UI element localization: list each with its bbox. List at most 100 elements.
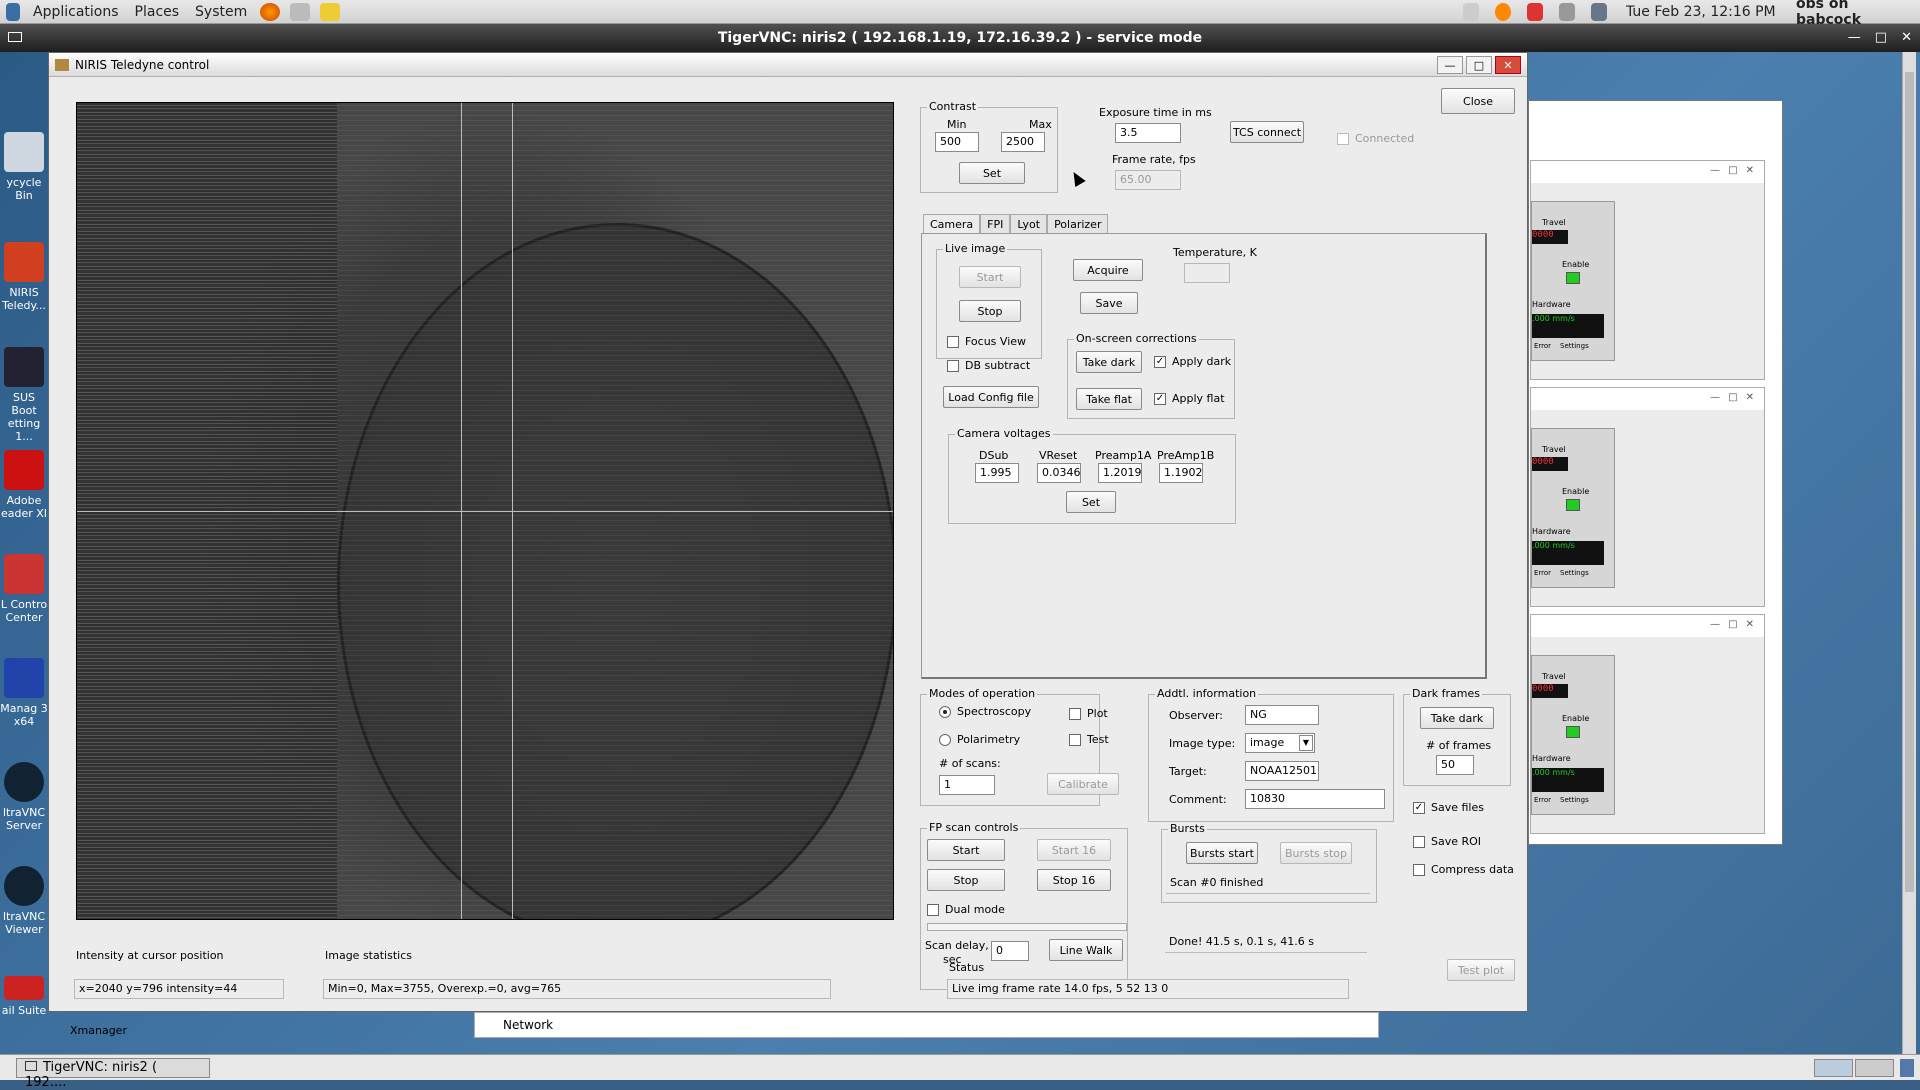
network-bar[interactable]: Network [474, 1012, 1379, 1038]
contrast-set-button[interactable]: Set [959, 162, 1025, 184]
live-stop-button[interactable]: Stop [959, 300, 1021, 322]
comment-input[interactable]: 10830 [1245, 789, 1385, 809]
close-icon[interactable]: ✕ [1746, 165, 1754, 179]
desktop-icon-adobe[interactable]: Adobe eader XI [0, 450, 48, 520]
close-icon[interactable]: ✕ [1746, 619, 1754, 633]
tab-polarizer[interactable]: Polarizer [1047, 214, 1109, 234]
tab-camera[interactable]: Camera [923, 214, 981, 234]
save-button[interactable]: Save [1080, 292, 1138, 314]
settings-link[interactable]: Settings [1560, 796, 1589, 804]
save-roi-checkbox[interactable]: Save ROI [1413, 835, 1481, 848]
bursts-start-button[interactable]: Bursts start [1186, 842, 1258, 864]
fp-stop-button[interactable]: Stop [927, 869, 1005, 891]
desktop-icon-control-center[interactable]: L Contro Center [0, 554, 48, 624]
vreset-input[interactable]: 0.0346 [1037, 463, 1081, 483]
desktop-icon-bios[interactable]: SUS Boot etting 1... [0, 347, 48, 443]
test-plot-button[interactable]: Test plot [1447, 959, 1515, 981]
calibrate-button[interactable]: Calibrate [1047, 773, 1119, 795]
maximize-icon[interactable]: □ [1875, 30, 1887, 45]
close-button[interactable]: Close [1441, 88, 1515, 114]
workspace-1[interactable] [1814, 1059, 1853, 1077]
fp-stop16-button[interactable]: Stop 16 [1037, 869, 1111, 891]
exposure-input[interactable]: 3.5 [1115, 123, 1181, 143]
save-files-checkbox[interactable]: ✓ Save files [1413, 801, 1484, 814]
desktop-icon-manager[interactable]: Manag 3 x64 [0, 658, 48, 728]
desktop-icon-recycle-bin[interactable]: ycycle Bin [0, 132, 48, 202]
mail-icon[interactable] [290, 2, 311, 21]
desktop-icon-mail-suite[interactable]: ail Suite [0, 976, 48, 1017]
settings-link[interactable]: Settings [1560, 342, 1589, 350]
compress-data-checkbox[interactable]: Compress data [1413, 863, 1514, 876]
applications-menu[interactable]: Applications [25, 4, 127, 20]
tab-fpi[interactable]: FPI [980, 214, 1011, 234]
background-subwindow-2[interactable]: — □ ✕ Travel 0000 Enable Hardware .000 mm/… [1530, 387, 1765, 607]
system-menu[interactable]: System [187, 4, 255, 20]
background-subwindow-3[interactable]: — □ ✕ Travel 0000 Enable Hardware .000 mm/… [1530, 614, 1765, 834]
minimize-icon[interactable]: — [1710, 165, 1720, 179]
minimize-icon[interactable]: — [1437, 56, 1463, 74]
apply-dark-checkbox[interactable]: ✓ Apply dark [1154, 355, 1231, 368]
vnc-menu-icon[interactable] [8, 32, 22, 42]
maximize-icon[interactable]: □ [1466, 56, 1492, 74]
desktop-icon-ultravnc-viewer[interactable]: ltraVNC Viewer [0, 866, 48, 936]
dark-frames-take-dark-button[interactable]: Take dark [1420, 707, 1494, 729]
live-start-button[interactable]: Start [959, 266, 1021, 288]
focus-view-checkbox[interactable]: Focus View [947, 335, 1026, 348]
maximize-icon[interactable]: □ [1728, 165, 1737, 179]
enable-indicator[interactable] [1566, 726, 1580, 738]
scans-input[interactable]: 1 [939, 775, 995, 795]
take-flat-button[interactable]: Take flat [1076, 388, 1142, 410]
apply-flat-checkbox[interactable]: ✓ Apply flat [1154, 392, 1225, 405]
dual-mode-checkbox[interactable]: Dual mode [927, 903, 1005, 916]
fp-start16-button[interactable]: Start 16 [1037, 839, 1111, 861]
preamp1b-input[interactable]: 1.1902 [1159, 463, 1203, 483]
close-icon[interactable]: ✕ [1495, 56, 1521, 74]
taskbar-item-tigervnc[interactable]: TigerVNC: niris2 ( 192.... [16, 1058, 210, 1090]
workspace-switcher[interactable] [1814, 1059, 1894, 1077]
update-icon[interactable] [1527, 3, 1543, 21]
workspace-2[interactable] [1855, 1059, 1894, 1077]
contrast-min-input[interactable]: 500 [935, 132, 979, 152]
fp-start-button[interactable]: Start [927, 839, 1005, 861]
plot-checkbox[interactable]: Plot [1069, 707, 1108, 720]
tray-icon-1[interactable] [1463, 3, 1479, 21]
weather-icon[interactable] [1495, 3, 1511, 21]
tab-lyot[interactable]: Lyot [1010, 214, 1048, 234]
chevron-down-icon[interactable]: ▼ [1299, 735, 1313, 751]
enable-indicator[interactable] [1566, 272, 1580, 284]
network-icon[interactable] [1591, 3, 1607, 21]
gnome-foot-icon[interactable] [6, 2, 20, 21]
trash-icon[interactable] [1900, 1059, 1914, 1077]
tcs-connect-button[interactable]: TCS connect [1230, 121, 1304, 143]
volume-icon[interactable] [1559, 3, 1575, 21]
clock[interactable]: Tue Feb 23, 12:16 PM [1618, 4, 1784, 20]
maximize-icon[interactable]: □ [1728, 392, 1737, 406]
frames-input[interactable]: 50 [1436, 755, 1474, 775]
maximize-icon[interactable]: □ [1728, 619, 1737, 633]
desktop-icon-ultravnc-server[interactable]: ltraVNC Server [0, 762, 48, 832]
observer-input[interactable]: NG [1245, 705, 1319, 725]
load-config-button[interactable]: Load Config file [943, 386, 1039, 408]
xmanager-label[interactable]: Xmanager [70, 1024, 127, 1037]
spectroscopy-radio[interactable]: Spectroscopy [939, 705, 1031, 718]
close-icon[interactable]: ✕ [1901, 30, 1912, 45]
voltages-set-button[interactable]: Set [1066, 491, 1116, 513]
background-subwindow-1[interactable]: — □ ✕ Travel 0000 Enable Hardware .000 mm/… [1530, 160, 1765, 380]
line-walk-button[interactable]: Line Walk [1049, 939, 1123, 961]
bursts-stop-button[interactable]: Bursts stop [1280, 842, 1352, 864]
settings-link[interactable]: Settings [1560, 569, 1589, 577]
camera-image-display[interactable] [76, 102, 894, 920]
take-dark-button[interactable]: Take dark [1076, 351, 1142, 373]
minimize-icon[interactable]: — [1848, 30, 1861, 45]
desktop-icon-niris[interactable]: NIRIS Teledy... [0, 242, 48, 312]
dsub-input[interactable]: 1.995 [975, 463, 1019, 483]
image-type-select[interactable]: image ▼ [1245, 733, 1315, 753]
minimize-icon[interactable]: — [1710, 619, 1720, 633]
test-checkbox[interactable]: Test [1069, 733, 1109, 746]
enable-indicator[interactable] [1566, 499, 1580, 511]
contrast-max-input[interactable]: 2500 [1001, 132, 1045, 152]
firefox-icon[interactable] [260, 2, 281, 21]
minimize-icon[interactable]: — [1710, 392, 1720, 406]
close-icon[interactable]: ✕ [1746, 392, 1754, 406]
db-subtract-checkbox[interactable]: DB subtract [947, 359, 1030, 372]
